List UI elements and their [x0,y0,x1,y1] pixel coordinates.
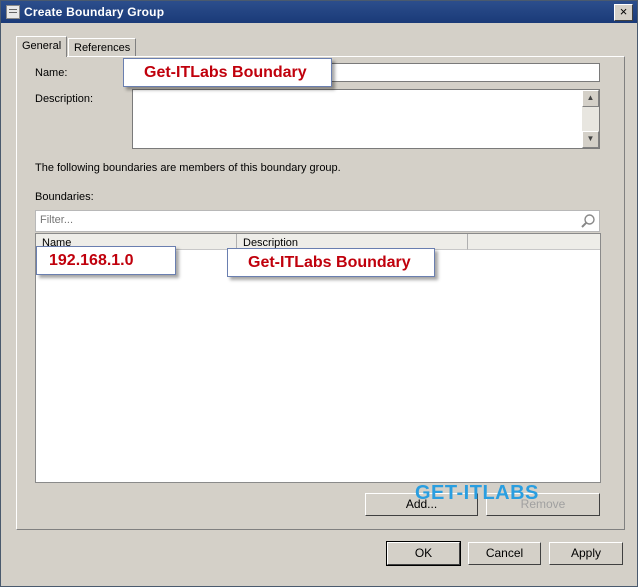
name-label: Name: [35,67,68,79]
window-title: Create Boundary Group [24,5,165,19]
description-scrollbar[interactable]: ▲ ▼ [582,90,599,148]
apply-button[interactable]: Apply [549,542,623,565]
window-icon [6,5,20,19]
cancel-button[interactable]: Cancel [468,542,541,565]
filter-box[interactable] [35,210,600,232]
filter-input[interactable] [40,214,560,226]
column-header-empty [468,234,600,250]
description-label: Description: [35,93,94,105]
tab-references[interactable]: References [68,38,137,57]
watermark-logo: GET-ITLABS [415,482,539,504]
ok-button[interactable]: OK [386,541,461,566]
name-value-callout: Get-ITLabs Boundary [123,58,332,87]
create-boundary-group-dialog: Create Boundary Group × General Referenc… [0,0,638,587]
close-button[interactable]: × [614,4,633,21]
search-icon[interactable] [580,213,596,229]
description-field[interactable]: ▲ ▼ [132,89,600,149]
table-row-name-callout[interactable]: 192.168.1.0 [36,246,176,275]
members-text: The following boundaries are members of … [35,162,341,174]
title-bar[interactable]: Create Boundary Group × [1,1,637,23]
tab-general[interactable]: General [16,36,68,57]
boundaries-label: Boundaries: [35,191,94,203]
scroll-up-icon[interactable]: ▲ [582,90,599,107]
table-row-description-callout[interactable]: Get-ITLabs Boundary [227,248,435,277]
scroll-down-icon[interactable]: ▼ [582,131,599,148]
